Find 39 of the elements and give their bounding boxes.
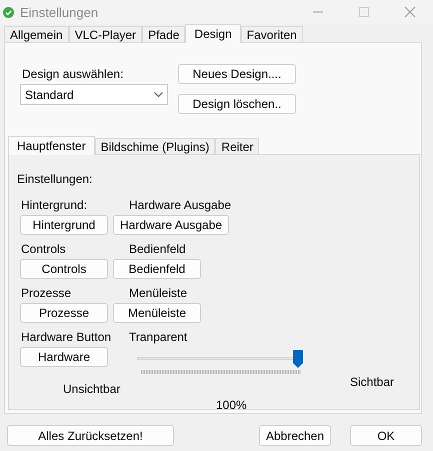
setting-button[interactable]: Prozesse <box>20 303 108 323</box>
slider-label: Tranparent <box>129 330 188 344</box>
design-button[interactable]: Neues Design.... <box>178 64 296 84</box>
design-dropdown[interactable]: Standard <box>20 84 168 105</box>
field-label: Bedienfeld <box>129 242 186 256</box>
section-heading: Einstellungen: <box>17 172 94 186</box>
dialog-button[interactable]: Abbrechen <box>259 425 331 446</box>
slider-value: 100% <box>216 398 247 412</box>
tab[interactable]: Reiter <box>215 138 260 154</box>
tab[interactable]: Hauptfenster <box>8 136 95 155</box>
field-label: Hardware Button <box>21 330 112 344</box>
field-label: Hardware Ausgabe <box>129 198 232 212</box>
setting-button[interactable]: Bedienfeld <box>113 259 201 279</box>
max-label: Sichtbar <box>350 375 394 389</box>
field-label: Prozesse <box>21 286 72 300</box>
tab[interactable]: Allgemein <box>4 26 69 42</box>
field-label: Design auswählen: <box>22 67 124 81</box>
setting-button[interactable]: Hardware <box>20 347 108 367</box>
tab[interactable]: Pfade <box>142 26 186 42</box>
chevron-down-icon <box>154 92 163 98</box>
setting-button[interactable]: Menüleiste <box>113 303 201 323</box>
tab[interactable]: Bildschime (Plugins) <box>94 138 216 154</box>
field-label: Controls <box>21 242 66 256</box>
dialog-button[interactable]: Alles Zurücksetzen! <box>7 425 174 446</box>
min-label: Unsichtbar <box>63 382 120 396</box>
slider-thumb[interactable] <box>293 350 303 368</box>
design-button[interactable]: Design löschen.. <box>178 94 296 114</box>
check-icon <box>3 6 14 18</box>
setting-button[interactable]: Hintergrund <box>20 215 108 235</box>
tab[interactable]: Favoriten <box>240 26 303 42</box>
tab[interactable]: VLC-Player <box>68 26 142 42</box>
setting-button[interactable]: Hardware Ausgabe <box>113 215 230 235</box>
dialog-button[interactable]: OK <box>350 425 422 446</box>
tab[interactable]: Design <box>185 24 241 43</box>
field-label: Hintergrund: <box>21 198 88 212</box>
transparency-slider[interactable] <box>137 349 303 369</box>
field-label: Menüleiste <box>129 286 188 300</box>
setting-button[interactable]: Controls <box>20 259 108 279</box>
window-title: Einstellungen <box>20 4 98 20</box>
